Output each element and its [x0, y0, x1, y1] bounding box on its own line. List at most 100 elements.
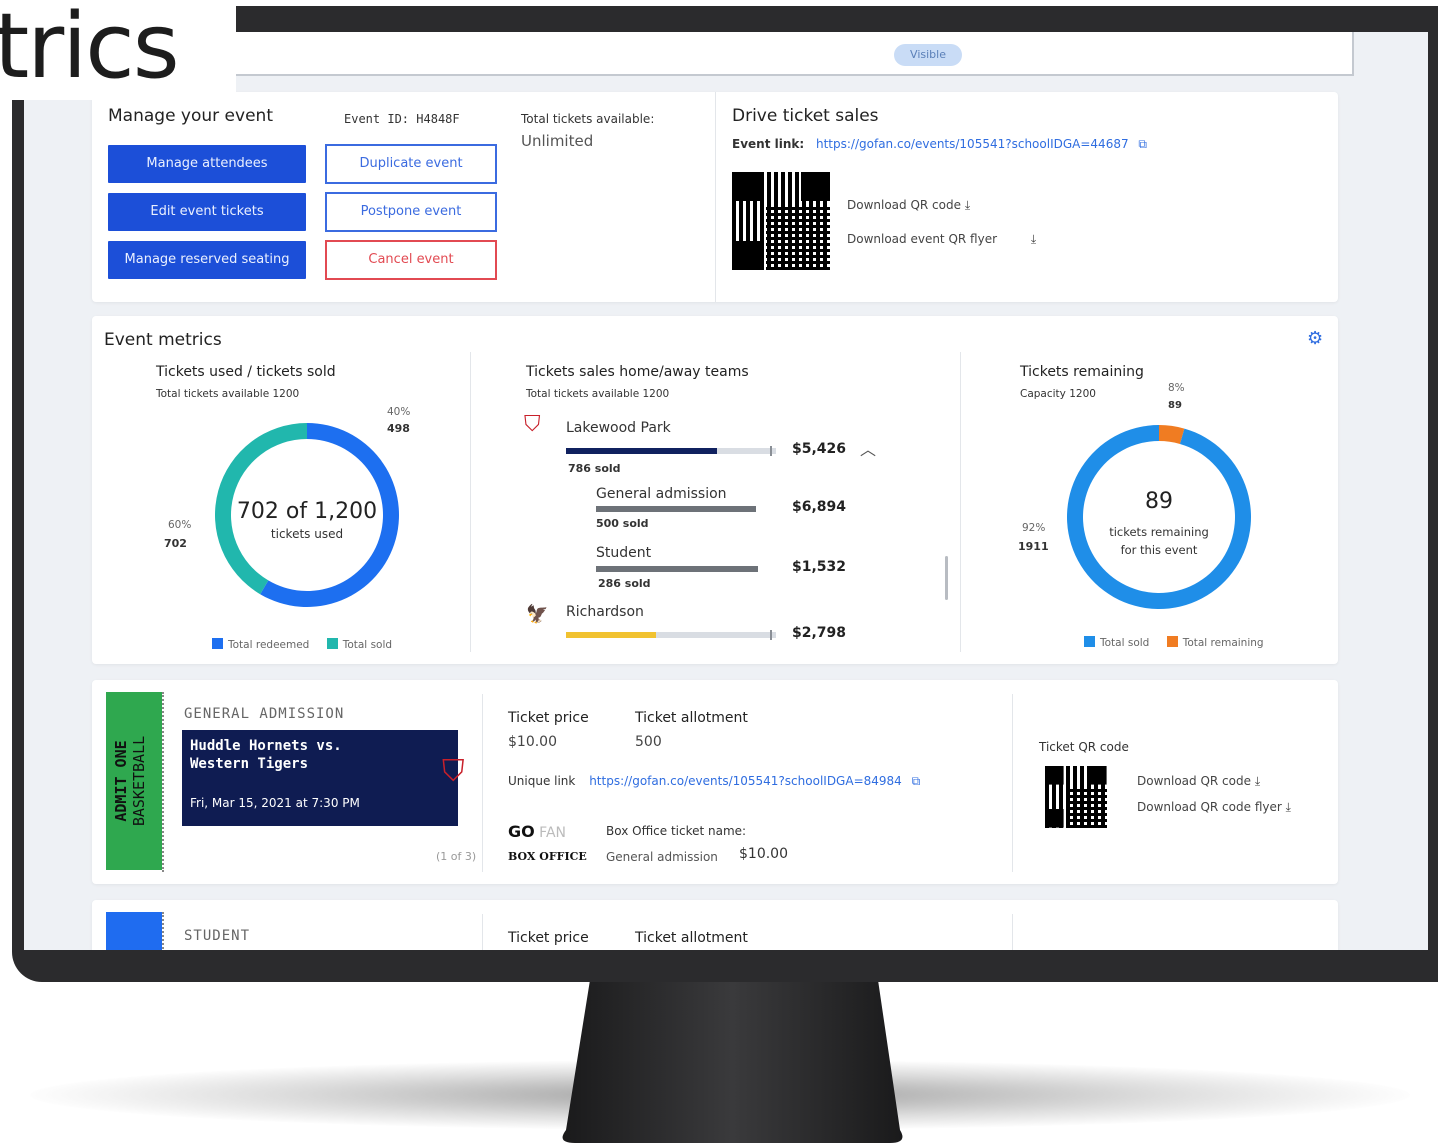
unique-link[interactable]: https://gofan.co/events/105541?schoolIDG…: [589, 774, 902, 788]
donut2-top-pct: 8%: [1168, 382, 1185, 394]
ticket-event-line-1: Huddle Hornets vs.: [190, 738, 342, 754]
download-qr-label: Download QR code: [1137, 774, 1251, 788]
donut1-legend: Total redeemed Total sold: [212, 638, 392, 651]
legend-swatch: [1166, 636, 1178, 647]
subteam-sold: 500 sold: [596, 517, 649, 530]
event-metrics-card: Event metrics ⚙ Tickets used / tickets s…: [92, 316, 1338, 664]
box-office-name: General admission: [606, 850, 718, 864]
manage-heading: Manage your event: [108, 106, 273, 126]
price-label: Ticket price: [508, 710, 589, 726]
team-bar: [566, 446, 776, 456]
total-available-value: Unlimited: [521, 132, 594, 150]
ticket-body: [162, 912, 164, 950]
manage-attendees-button[interactable]: Manage attendees: [108, 145, 306, 183]
team-name: Lakewood Park: [566, 420, 671, 436]
donut-slice: [1067, 425, 1251, 609]
allotment-label: Ticket allotment: [635, 930, 748, 946]
edit-event-tickets-button[interactable]: Edit event tickets: [108, 193, 306, 231]
duplicate-event-button[interactable]: Duplicate event: [325, 144, 497, 184]
donut1-center-value: 702 of 1,200: [237, 499, 377, 524]
allotment-value: 500: [635, 734, 662, 750]
total-available-label: Total tickets available:: [521, 112, 655, 126]
donut2-legend: Total sold Total remaining: [1084, 636, 1264, 649]
copy-link-icon[interactable]: ⧉: [912, 774, 921, 788]
ticket-divider: [1012, 694, 1013, 872]
chevron-up-icon[interactable]: ︿: [860, 436, 876, 460]
event-qr-code: [732, 172, 830, 270]
download-flyer-link[interactable]: Download event QR flyer ⤓: [847, 232, 1036, 247]
subteam-name: Student: [596, 545, 652, 561]
ticket-preview: ADMIT ONE BASKETBALL GENERAL ADMISSION H…: [106, 692, 478, 872]
team-bar: [566, 630, 776, 640]
download-icon: ⤓: [1281, 800, 1291, 814]
ticket-qr-label: Ticket QR code: [1039, 740, 1129, 754]
chart-teams-title: Tickets sales home/away teams: [526, 364, 749, 380]
download-qr-link[interactable]: Download QR code ⤓: [847, 198, 970, 213]
donut2-left-value: 1911: [1018, 540, 1049, 553]
team-name: Richardson: [566, 604, 644, 620]
event-id-value: H4848F: [416, 112, 460, 126]
ticket-divider: [482, 694, 483, 872]
bar-knob: [770, 446, 772, 456]
legend-label: Total sold: [1100, 637, 1150, 649]
donut1-left-value: 702: [164, 537, 187, 550]
donut2-left-pct: 92%: [1022, 522, 1046, 534]
chart-used-title: Tickets used / tickets sold: [156, 364, 336, 380]
box-office-logo-2: BOX OFFICE: [508, 850, 587, 863]
drive-sales-heading: Drive ticket sales: [732, 106, 879, 126]
subteam-amount: $6,894: [792, 499, 847, 515]
ticket-download-flyer-link[interactable]: Download QR code flyer ⤓: [1137, 800, 1291, 815]
subteam-bar-fill: [596, 566, 758, 572]
download-qr-label: Download QR code: [847, 198, 961, 212]
chart-remaining-subtitle: Capacity 1200: [1020, 388, 1096, 400]
donut1-center-label: tickets used: [271, 527, 343, 541]
ticket-card-student: STUDENT Ticket price Ticket allotment: [92, 900, 1338, 950]
ticket-stub-text-2: BASKETBALL: [130, 735, 148, 827]
box-office-name-label: Box Office ticket name:: [606, 824, 747, 838]
chart-remaining-title: Tickets remaining: [1020, 364, 1144, 380]
gear-icon[interactable]: ⚙: [1307, 328, 1323, 349]
ticket-event-line-2: Western Tigers: [190, 756, 309, 772]
metrics-divider: [470, 352, 471, 652]
donut2-center-value: 89: [1145, 489, 1173, 514]
team-bar-fill: [566, 632, 657, 638]
ticket-page: (1 of 3): [436, 850, 477, 863]
subteam-amount: $1,532: [792, 559, 847, 575]
manage-reserved-seating-button[interactable]: Manage reserved seating: [108, 241, 306, 279]
unique-link-label: Unique link: [508, 774, 576, 788]
ticket-category: STUDENT: [184, 928, 251, 944]
legend-label: Total sold: [342, 639, 393, 651]
donut1-left-pct: 60%: [168, 519, 192, 531]
app-screen: Visible Manage your event Event ID: H484…: [24, 32, 1428, 950]
donut2-top-value: 89: [1168, 400, 1182, 411]
remaining-donut: 89 tickets remaining for this event: [1067, 425, 1251, 609]
legend-label: Total remaining: [1182, 637, 1264, 649]
event-link[interactable]: https://gofan.co/events/105541?schoolIDG…: [816, 137, 1129, 151]
team-amount: $2,798: [792, 625, 847, 641]
legend-swatch: [326, 638, 338, 649]
manage-event-card: Manage your event Event ID: H4848F Total…: [92, 92, 1338, 302]
ticket-stub: [106, 912, 162, 950]
donut1-top-value: 498: [387, 422, 410, 435]
ticket-download-qr-link[interactable]: Download QR code ⤓: [1137, 774, 1260, 789]
box-office-logo-1: GO FAN: [508, 822, 567, 841]
cancel-event-button[interactable]: Cancel event: [325, 240, 497, 280]
postpone-event-button[interactable]: Postpone event: [325, 192, 497, 232]
scrollbar[interactable]: [945, 556, 948, 600]
donut-slice: [1159, 425, 1185, 444]
status-badge: Visible: [894, 44, 962, 66]
card-divider: [715, 92, 716, 302]
team-amount: $5,426: [792, 441, 847, 457]
allotment-label: Ticket allotment: [635, 710, 748, 726]
chart-used-subtitle: Total tickets available 1200: [156, 388, 300, 400]
marketing-monitor-scene: Visible Manage your event Event ID: H484…: [0, 0, 1438, 1143]
ticket-stub-text-1: ADMIT ONE: [112, 740, 130, 822]
event-header-strip: Visible: [234, 32, 1354, 76]
subteam-bar-fill: [596, 506, 756, 512]
subteam-sold: 286 sold: [598, 577, 651, 590]
download-icon: ⤓: [1251, 774, 1261, 788]
copy-link-icon[interactable]: ⧉: [1138, 137, 1147, 151]
ticket-stub: ADMIT ONE BASKETBALL: [106, 692, 162, 870]
richardson-logo-icon: 🦅: [526, 604, 549, 625]
donut1-top-pct: 40%: [387, 406, 411, 418]
